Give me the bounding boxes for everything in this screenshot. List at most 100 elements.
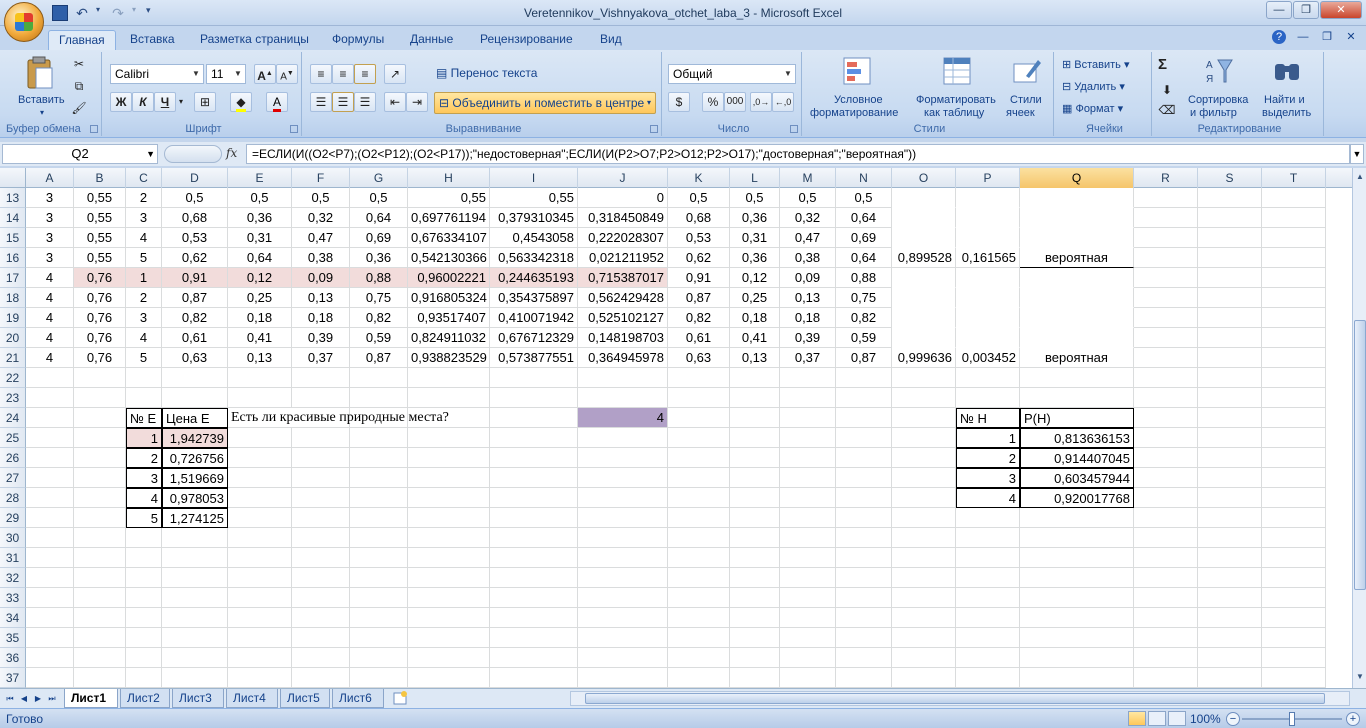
cell-c33[interactable] — [126, 588, 162, 608]
cell-c34[interactable] — [126, 608, 162, 628]
column-header-a[interactable]: A — [26, 168, 74, 188]
column-header-g[interactable]: G — [350, 168, 408, 188]
cell-a16[interactable]: 3 — [26, 248, 74, 268]
cell-d26[interactable]: 0,726756 — [162, 448, 228, 468]
cell-f29[interactable] — [292, 508, 350, 528]
cell-d34[interactable] — [162, 608, 228, 628]
cell-j36[interactable] — [578, 648, 668, 668]
cell-t32[interactable] — [1262, 568, 1326, 588]
cell-m33[interactable] — [780, 588, 836, 608]
cell-i31[interactable] — [490, 548, 578, 568]
cell-k13[interactable]: 0,5 — [668, 188, 730, 208]
cell-p19[interactable] — [956, 308, 1020, 328]
cell-j33[interactable] — [578, 588, 668, 608]
cell-q22[interactable] — [1020, 368, 1134, 388]
cell-t34[interactable] — [1262, 608, 1326, 628]
scroll-down-icon[interactable]: ▼ — [1354, 670, 1366, 684]
conditional-formatting-label[interactable]: Условное — [834, 94, 883, 106]
worksheet-grid[interactable]: ABCDEFGHIJKLMNOPQRST 13 3 0,55 2 0,5 0,5 0,5 0,… — [0, 168, 1352, 688]
tab-view[interactable]: Вид — [590, 30, 632, 50]
shrink-font-icon[interactable]: A▼ — [276, 64, 298, 84]
cell-i30[interactable] — [490, 528, 578, 548]
cell-q31[interactable] — [1020, 548, 1134, 568]
cell-j19[interactable]: 0,525102127 — [578, 308, 668, 328]
cell-c21[interactable]: 5 — [126, 348, 162, 368]
cell-b25[interactable] — [74, 428, 126, 448]
cell-n25[interactable] — [836, 428, 892, 448]
cell-j34[interactable] — [578, 608, 668, 628]
align-right-icon[interactable]: ☰ — [354, 92, 376, 112]
cell-r22[interactable] — [1134, 368, 1198, 388]
cell-g25[interactable] — [350, 428, 408, 448]
cell-k35[interactable] — [668, 628, 730, 648]
cell-i36[interactable] — [490, 648, 578, 668]
cell-i33[interactable] — [490, 588, 578, 608]
clear-icon[interactable]: ⌫ — [1156, 100, 1178, 120]
cell-l21[interactable]: 0,13 — [730, 348, 780, 368]
cell-o14[interactable] — [892, 208, 956, 228]
cell-i29[interactable] — [490, 508, 578, 528]
cell-p21[interactable]: 0,003452 — [956, 348, 1020, 368]
cell-j25[interactable] — [578, 428, 668, 448]
cell-t30[interactable] — [1262, 528, 1326, 548]
cell-l19[interactable]: 0,18 — [730, 308, 780, 328]
cell-g28[interactable] — [350, 488, 408, 508]
cell-a31[interactable] — [26, 548, 74, 568]
row-header-28[interactable]: 28 — [0, 488, 26, 508]
font-size-combo[interactable]: 11 ▼ — [206, 64, 246, 84]
cell-b29[interactable] — [74, 508, 126, 528]
cell-r32[interactable] — [1134, 568, 1198, 588]
cell-i34[interactable] — [490, 608, 578, 628]
cell-t24[interactable] — [1262, 408, 1326, 428]
cell-r34[interactable] — [1134, 608, 1198, 628]
cell-h20[interactable]: 0,824911032 — [408, 328, 490, 348]
cell-o27[interactable] — [892, 468, 956, 488]
column-header-m[interactable]: M — [780, 168, 836, 188]
cell-c28[interactable]: 4 — [126, 488, 162, 508]
cell-k23[interactable] — [668, 388, 730, 408]
cell-p26[interactable]: 2 — [956, 448, 1020, 468]
cell-m21[interactable]: 0,37 — [780, 348, 836, 368]
cell-o21[interactable]: 0,999636 — [892, 348, 956, 368]
cell-g33[interactable] — [350, 588, 408, 608]
tab-page-layout[interactable]: Разметка страницы — [190, 30, 319, 50]
cell-e25[interactable] — [228, 428, 292, 448]
cell-f15[interactable]: 0,47 — [292, 228, 350, 248]
cell-n13[interactable]: 0,5 — [836, 188, 892, 208]
cell-b18[interactable]: 0,76 — [74, 288, 126, 308]
cell-l37[interactable] — [730, 668, 780, 688]
zoom-slider-knob[interactable] — [1289, 712, 1295, 726]
cell-t31[interactable] — [1262, 548, 1326, 568]
format-cells-button[interactable]: ▦ Формат ▾ — [1062, 102, 1123, 115]
cell-styles-label-2[interactable]: ячеек — [1006, 107, 1035, 119]
cell-e31[interactable] — [228, 548, 292, 568]
cell-s36[interactable] — [1198, 648, 1262, 668]
cell-t26[interactable] — [1262, 448, 1326, 468]
sheet-tab-2[interactable]: Лист2 — [120, 689, 170, 708]
cell-r21[interactable] — [1134, 348, 1198, 368]
cell-c24[interactable]: № E — [126, 408, 162, 428]
office-button[interactable] — [4, 2, 44, 42]
cell-o31[interactable] — [892, 548, 956, 568]
cell-j20[interactable]: 0,148198703 — [578, 328, 668, 348]
cell-e35[interactable] — [228, 628, 292, 648]
cell-h35[interactable] — [408, 628, 490, 648]
minimize-button[interactable]: — — [1266, 1, 1292, 19]
cell-p30[interactable] — [956, 528, 1020, 548]
cell-i25[interactable] — [490, 428, 578, 448]
bold-button[interactable]: Ж — [110, 92, 132, 112]
cell-b24[interactable] — [74, 408, 126, 428]
cell-d18[interactable]: 0,87 — [162, 288, 228, 308]
row-header-19[interactable]: 19 — [0, 308, 26, 328]
cell-g31[interactable] — [350, 548, 408, 568]
paste-icon[interactable] — [24, 56, 56, 89]
cell-o15[interactable] — [892, 228, 956, 248]
cell-n35[interactable] — [836, 628, 892, 648]
cell-t20[interactable] — [1262, 328, 1326, 348]
cell-q37[interactable] — [1020, 668, 1134, 688]
cell-m30[interactable] — [780, 528, 836, 548]
row-header-29[interactable]: 29 — [0, 508, 26, 528]
cell-d25[interactable]: 1,942739 — [162, 428, 228, 448]
cell-f28[interactable] — [292, 488, 350, 508]
paste-button[interactable]: Вставить — [18, 94, 65, 106]
